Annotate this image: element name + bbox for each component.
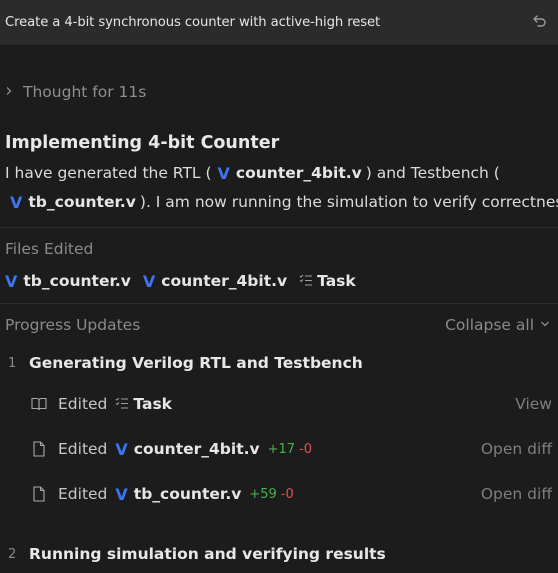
section-title: Implementing 4-bit Counter — [5, 133, 280, 153]
progress-step-1[interactable]: 1 Generating Verilog RTL and Testbench — [8, 352, 363, 374]
chevron-right-icon — [4, 85, 18, 100]
file-chip-counter[interactable]: V counter_4bit.v — [143, 272, 287, 291]
checklist-icon — [115, 397, 129, 412]
file-chip-task[interactable]: Task — [299, 272, 356, 290]
lines-added: +59 — [249, 486, 277, 502]
action-target[interactable]: tb_counter.v — [134, 485, 242, 503]
verilog-file-icon: V — [142, 271, 156, 291]
open-diff-link[interactable]: Open diff — [481, 440, 552, 458]
step-label: Running simulation and verifying results — [29, 545, 386, 563]
thought-toggle[interactable]: Thought for 11s — [0, 80, 146, 104]
action-row-counter: Edited V counter_4bit.v +17 -0 Open diff — [30, 437, 552, 461]
file-icon — [30, 440, 48, 458]
summary-line-2: V tb_counter.v ). I am now running the s… — [5, 191, 558, 213]
action-verb: Edited — [58, 440, 108, 458]
lines-removed: -0 — [299, 441, 313, 457]
progress-step-2[interactable]: 2 Running simulation and verifying resul… — [8, 543, 386, 565]
step-label: Generating Verilog RTL and Testbench — [29, 354, 363, 372]
book-icon — [30, 395, 48, 413]
action-row-tb: Edited V tb_counter.v +59 -0 Open diff — [30, 482, 552, 506]
prompt-text: Create a 4-bit synchronous counter with … — [5, 14, 381, 30]
verilog-file-icon: V — [217, 163, 230, 183]
summary-text-suffix: ). I am now running the simulation to ve… — [139, 193, 558, 211]
chevron-down-icon — [540, 318, 550, 332]
file-chip-label: tb_counter.v — [23, 272, 131, 290]
action-row-task: Edited Task View — [30, 392, 552, 416]
progress-updates-title: Progress Updates — [5, 316, 141, 334]
file-link-tb[interactable]: tb_counter.v — [28, 193, 136, 211]
summary-line-1: I have generated the RTL ( V counter_4bi… — [5, 162, 553, 184]
verilog-file-icon: V — [10, 192, 23, 212]
prompt-bar: Create a 4-bit synchronous counter with … — [0, 0, 558, 45]
collapse-all-label: Collapse all — [445, 316, 534, 334]
verilog-file-icon: V — [5, 271, 18, 291]
collapse-all-button[interactable]: Collapse all — [445, 316, 550, 334]
file-chip-label: Task — [317, 272, 356, 290]
lines-removed: -0 — [280, 486, 294, 502]
lines-added: +17 — [267, 441, 296, 457]
summary-text-mid: ) and Testbench ( — [365, 164, 500, 182]
thought-label: Thought for 11s — [23, 83, 147, 101]
files-edited-title: Files Edited — [5, 240, 94, 258]
action-verb: Edited — [58, 395, 108, 413]
step-number: 1 — [8, 355, 17, 371]
file-chip-tb[interactable]: V tb_counter.v — [5, 272, 131, 291]
file-icon — [30, 485, 48, 503]
undo-icon[interactable] — [530, 12, 550, 32]
action-verb: Edited — [58, 485, 108, 503]
action-target[interactable]: Task — [133, 395, 172, 413]
divider — [0, 303, 558, 304]
checklist-icon — [299, 274, 313, 289]
summary-text-prefix: I have generated the RTL ( — [5, 164, 212, 182]
view-link[interactable]: View — [515, 395, 552, 413]
step-number: 2 — [8, 546, 17, 562]
file-chip-label: counter_4bit.v — [161, 272, 288, 290]
file-link-counter[interactable]: counter_4bit.v — [236, 164, 362, 182]
action-target[interactable]: counter_4bit.v — [134, 440, 260, 458]
divider — [0, 227, 558, 228]
files-edited-list: V tb_counter.v V counter_4bit.v Task — [5, 270, 368, 292]
verilog-file-icon: V — [115, 439, 128, 459]
verilog-file-icon: V — [115, 484, 128, 504]
open-diff-link[interactable]: Open diff — [481, 485, 552, 503]
